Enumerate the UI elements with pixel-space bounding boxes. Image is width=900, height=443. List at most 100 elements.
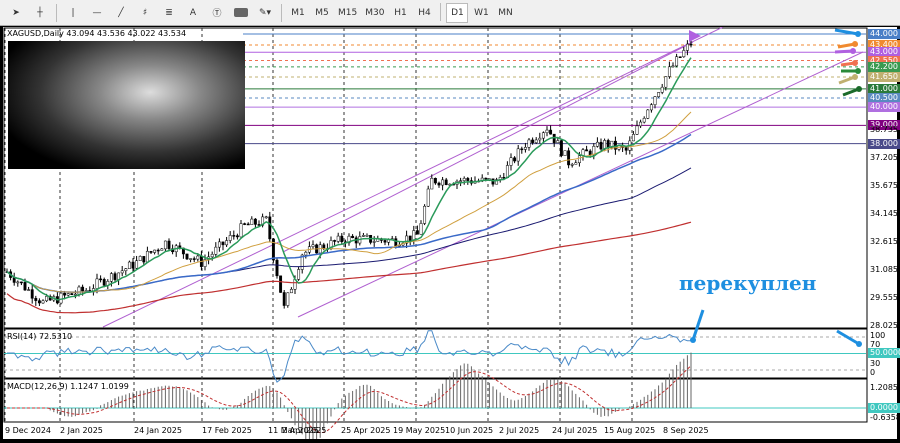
text-tool-button[interactable]: A [182,3,204,23]
timeframe-mn[interactable]: MN [494,3,516,23]
date-label: 9 Dec 2024 [5,426,52,435]
shapes-dropdown-icon[interactable]: ✎▾ [254,3,276,23]
candle-body [671,65,675,68]
candle-body [653,96,657,105]
annotation-arrow-head [690,337,696,343]
candle-body [45,296,49,302]
candle-body [433,177,437,184]
candle-body [606,140,610,148]
price-label: 29.555 [870,293,898,303]
candle-body [221,241,225,246]
text-label-icon[interactable]: Ⓣ [206,3,228,23]
candle-body [462,178,466,181]
candle-body [570,164,574,166]
candle-body [124,268,128,272]
candle-body [588,150,592,156]
price-label: 28.025 [870,321,898,330]
rsi-scale-label: 0 [870,368,876,377]
price-label: 42.200 [868,61,900,72]
candle-body [516,148,520,162]
rectangle-icon[interactable] [230,3,252,23]
candle-body [73,293,77,296]
macd-scale-label: 0.0000 [868,403,900,413]
candle-body [394,238,398,247]
separator [440,2,442,21]
candle-body [153,249,157,253]
timeframe-d1[interactable]: D1 [446,2,469,23]
rsi-scale-label: 50.0000 [868,348,900,358]
fibonacci-icon[interactable]: ♯ [134,3,156,23]
macd-scale-label: -0.6358 [870,413,900,422]
candle-body [131,261,135,269]
candle-body [196,255,200,260]
timeframe-bar: M1 M5 M15 M30 H1 H4 D1 W1 MN [286,2,517,23]
date-label: 24 Jan 2025 [134,426,182,435]
candle-body [383,240,387,243]
candle-body [437,182,441,186]
gann-icon[interactable]: ≣ [158,3,180,23]
timeframe-w1[interactable]: W1 [470,3,492,23]
date-label: 19 May 2025 [393,426,446,435]
candle-body [63,292,67,296]
candle-body [527,139,531,148]
candle-body [664,76,668,88]
separator [281,3,282,22]
vertical-line-icon[interactable]: | [62,3,84,23]
candle-body [545,129,549,133]
candle-body [426,188,430,207]
candle-body [372,241,376,243]
timeframe-m5[interactable]: M5 [311,3,333,23]
candle-body [228,235,232,241]
separator [56,3,57,22]
candle-body [311,244,315,247]
candle-body [145,251,149,263]
candle-body [415,230,419,235]
date-label: 10 Jun 2025 [445,426,494,435]
candle-body [660,86,664,93]
trend-line-icon[interactable]: ╱ [110,3,132,23]
candle-body [30,289,34,299]
arrow-43000-head [850,48,856,54]
candle-body [520,148,524,151]
date-label: 15 Aug 2025 [604,426,656,435]
candle-body [466,178,470,181]
candle-body [243,223,247,225]
candle-body [239,223,243,238]
rsi-title: RSI(14) 72.5310 [7,332,73,341]
candle-body [340,235,344,242]
timeframe-m1[interactable]: M1 [287,3,309,23]
candle-body [250,218,254,225]
candle-body [77,286,81,295]
candle-body [459,180,463,182]
candle-body [631,134,635,142]
date-label: 2 Apr 2025 [282,426,327,435]
candle-body [675,56,679,67]
cursor-icon[interactable]: ➤ [5,3,27,23]
candle-body [95,278,99,289]
candle-body [135,260,139,269]
candle-body [297,269,301,280]
timeframe-h4[interactable]: H4 [413,3,435,23]
candle-body [513,157,517,162]
timeframe-m15[interactable]: M15 [335,3,360,23]
chart-window[interactable]: XAGUSD,Daily 43.094 43.536 43.022 43.534… [3,26,900,443]
candle-body [214,246,218,255]
crosshair-icon[interactable]: ┼ [29,3,51,23]
candle-body [646,109,650,119]
candle-body [484,177,488,180]
timeframe-m30[interactable]: M30 [362,3,387,23]
candle-body [336,235,340,242]
candle-body [81,286,85,292]
candle-body [556,140,560,144]
candle-body [639,121,643,127]
candle-body [113,273,117,280]
horizontal-line-icon[interactable]: — [86,3,108,23]
candle-body [279,275,283,293]
timeframe-h1[interactable]: H1 [389,3,411,23]
candle-body [441,179,445,186]
price-label: 41.650 [868,71,900,82]
chart-header: XAGUSD,Daily 43.094 43.536 43.022 43.534 [7,29,187,38]
candle-body [127,261,131,269]
candle-body [66,293,70,296]
candle-body [16,281,20,284]
